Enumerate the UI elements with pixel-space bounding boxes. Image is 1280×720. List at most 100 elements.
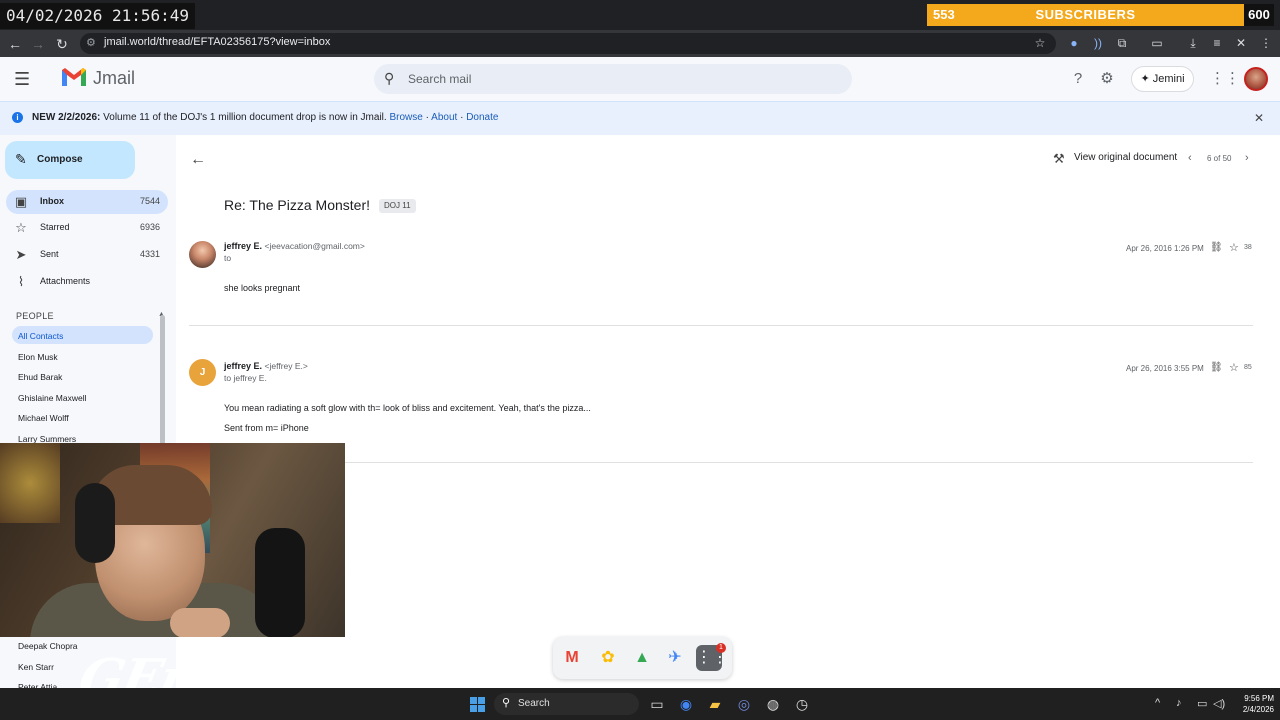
contact-item[interactable]: Elon Musk <box>18 352 58 362</box>
windows-start-icon[interactable] <box>470 697 485 712</box>
discord-icon[interactable]: ◎ <box>735 695 753 713</box>
sidebar-item-sent[interactable]: ➤ Sent 4331 <box>6 243 168 267</box>
message-number: 38 <box>1244 244 1252 251</box>
compose-button[interactable]: ✎ Compose <box>5 141 135 179</box>
volume-icon[interactable]: ◁) <box>1213 697 1225 710</box>
notification-badge: 1 <box>716 643 726 653</box>
contact-item[interactable]: Ghislaine Maxwell <box>18 393 87 403</box>
url-text[interactable]: jmail.world/thread/EFTA02356175?view=inb… <box>104 36 330 48</box>
message-body: You mean radiating a soft glow with th= … <box>224 403 591 413</box>
app-name: Jmail <box>93 68 136 88</box>
star-icon[interactable]: ☆ <box>1229 241 1239 254</box>
message-divider <box>189 325 1253 326</box>
flights-app-icon[interactable]: ✈ <box>662 645 688 671</box>
settings-gear-icon[interactable]: ⚙ <box>1098 70 1116 88</box>
link-icon[interactable]: ⛓ <box>1210 242 1223 253</box>
drive-app-icon[interactable]: ▲ <box>629 645 655 671</box>
paperclip-icon: ⌇ <box>17 274 25 289</box>
address-bar[interactable]: ⚙ jmail.world/thread/EFTA02356175?view=i… <box>80 33 1056 54</box>
webcam-background-art <box>0 443 60 523</box>
sender-address: <jeffrey E.> <box>264 361 308 371</box>
profile-icon[interactable]: ✕ <box>1233 35 1249 51</box>
search-icon: ⚲ <box>384 70 395 86</box>
chrome-menu-icon[interactable]: ⋮ <box>1258 35 1274 51</box>
tray-overflow-icon[interactable]: ^ <box>1155 697 1160 709</box>
sidebar-item-count: 7544 <box>139 196 160 206</box>
star-icon: ☆ <box>15 220 27 235</box>
banner-link-about[interactable]: About <box>431 112 457 123</box>
gmail-app-icon[interactable]: M <box>559 645 585 671</box>
message-divider <box>189 462 1253 463</box>
view-original-link[interactable]: View original document <box>1074 152 1177 163</box>
message-date: Apr 26, 2016 1:26 PM <box>1126 244 1204 253</box>
clock-app-icon[interactable]: ◷ <box>793 695 811 713</box>
sender-avatar <box>189 241 216 268</box>
site-info-icon[interactable]: ⚙ <box>86 36 96 49</box>
banner-text: NEW 2/2/2026: Volume 11 of the DOJ's 1 m… <box>32 112 499 123</box>
taskbar-search[interactable]: ⚲ Search <box>494 693 639 715</box>
windows-taskbar: ⚲ Search ▭ ◉ ▰ ◎ ◍ ◷ ^ ♪ ▭ ◁) 9:56 PM 2/… <box>0 688 1280 720</box>
send-icon: ➤ <box>15 247 27 262</box>
app-dock: M ✿ ▲ ✈ ⋮⋮ <box>553 637 732 679</box>
hamburger-menu-icon[interactable]: ☰ <box>14 69 34 89</box>
prev-thread-icon[interactable]: ‹ <box>1188 152 1192 164</box>
clock-time: 9:56 PM <box>1244 694 1274 703</box>
banner-prefix: NEW 2/2/2026: <box>32 112 101 123</box>
sparkle-icon: ✦ <box>1140 73 1153 85</box>
banner-link-browse[interactable]: Browse <box>389 112 422 123</box>
back-arrow-icon[interactable]: ← <box>190 151 206 169</box>
extensions-puzzle-icon[interactable]: ⧉ <box>1114 35 1130 51</box>
file-explorer-icon[interactable]: ▰ <box>706 695 724 713</box>
search-input[interactable]: ⚲ Search mail <box>374 64 852 94</box>
thread-label-chip[interactable]: DOJ 11 <box>379 199 416 213</box>
contact-item[interactable]: Deepak Chopra <box>18 641 78 651</box>
webcam-person-hand <box>170 608 230 637</box>
obs-icon[interactable]: ◍ <box>764 695 782 713</box>
extension-icon[interactable]: ● <box>1066 35 1082 51</box>
sidebar-item-starred[interactable]: ☆ Starred 6936 <box>6 216 168 240</box>
help-icon[interactable]: ? <box>1069 70 1087 88</box>
banner-link-donate[interactable]: Donate <box>466 112 498 123</box>
download-icon[interactable]: ⤓ <box>1185 35 1201 51</box>
reload-icon[interactable]: ↻ <box>52 34 72 54</box>
message-body: she looks pregnant <box>224 283 301 293</box>
reading-list-icon[interactable]: ≡ <box>1209 35 1225 51</box>
sidebar-item-count: 4331 <box>139 249 160 259</box>
task-view-icon[interactable]: ▭ <box>648 695 666 713</box>
message-number: 85 <box>1244 364 1252 371</box>
link-icon[interactable]: ⛓ <box>1210 362 1223 373</box>
contact-item[interactable]: Michael Wolff <box>18 413 69 423</box>
chrome-taskbar-icon[interactable]: ◉ <box>677 695 695 713</box>
sidebar-item-attachments[interactable]: ⌇ Attachments <box>6 270 168 294</box>
account-avatar[interactable] <box>1244 67 1268 91</box>
taskbar-clock[interactable]: 9:56 PM 2/4/2026 <box>1230 693 1274 715</box>
webcam-microphone <box>255 528 305 637</box>
sidebar-item-inbox[interactable]: ▣ Inbox 7544 <box>6 190 168 214</box>
contact-all-contacts[interactable]: All Contacts <box>18 331 63 341</box>
browser-toolbar: ← → ↻ ⚙ jmail.world/thread/EFTA02356175?… <box>0 30 1280 57</box>
next-thread-icon[interactable]: › <box>1245 152 1249 164</box>
bookmark-star-icon[interactable]: ☆ <box>1032 35 1048 51</box>
contact-item[interactable]: Ken Starr <box>18 662 54 672</box>
recipient-line: to jeffrey E. <box>224 373 267 383</box>
forward-icon[interactable]: → <box>28 34 48 54</box>
message-signature: Sent from m= iPhone <box>224 423 309 433</box>
gavel-icon: ⚒ <box>1053 151 1065 166</box>
contact-item[interactable]: Ehud Barak <box>18 372 62 382</box>
close-icon[interactable]: ✕ <box>1254 111 1264 125</box>
back-icon[interactable]: ← <box>5 34 25 54</box>
subscriber-goal-bar: 553 SUBSCRIBERS 600 <box>927 4 1274 26</box>
jemini-button[interactable]: ✦ Jemini <box>1131 66 1194 92</box>
sender-avatar: J <box>189 359 216 386</box>
apps-grid-icon[interactable]: ⋮⋮ <box>1210 70 1240 88</box>
audio-extension-icon[interactable]: )) <box>1090 35 1106 51</box>
sender-line: jeffrey E. <jeevacation@gmail.com> <box>224 241 365 251</box>
network-icon[interactable]: ▭ <box>1197 697 1207 710</box>
sender-address: <jeevacation@gmail.com> <box>264 241 365 251</box>
recipient-line: to <box>224 253 232 263</box>
sidebar-scrollbar[interactable] <box>160 315 165 445</box>
photos-app-icon[interactable]: ✿ <box>595 645 621 671</box>
star-icon[interactable]: ☆ <box>1229 361 1239 374</box>
cast-icon[interactable]: ▭ <box>1149 35 1165 51</box>
microphone-icon[interactable]: ♪ <box>1176 697 1182 709</box>
